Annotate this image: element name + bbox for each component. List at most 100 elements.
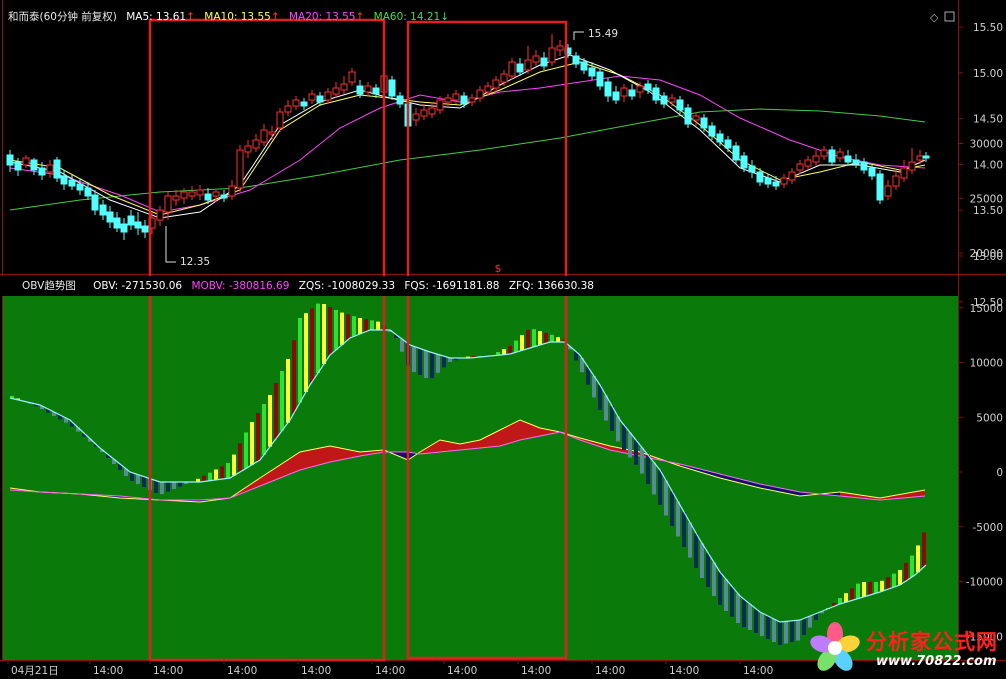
candle-body [868,167,876,177]
obv-ribbon-bar [544,332,548,344]
obv-ribbon-bar [874,582,878,594]
candle-body [156,209,164,221]
obv-readout: OBV: -271530.06 [93,280,183,292]
obv-ribbon-bar [502,349,506,355]
obv-ribbon-bar [682,512,686,547]
candle-body [316,95,324,103]
candle-body [500,73,508,83]
candle-body [468,97,476,103]
candle-body [308,93,316,101]
candle-body [548,47,556,63]
obv-ribbon-bar [592,376,596,398]
obv-tick-label: 20000 [970,248,1003,260]
obv-ribbon-bar [292,340,296,413]
obv-ribbon-bar [736,593,740,623]
candle-body [220,194,228,199]
candle-body [860,161,868,171]
flower-logo-icon [810,622,860,671]
candle-body [188,191,196,197]
obv-ribbon-bar [244,432,248,469]
candle-body [724,139,732,149]
high-price-label: 15.49 [588,28,618,40]
obv-ribbon-bar [604,395,608,421]
obv-ribbon-bar [772,619,776,642]
candle-body [196,189,204,196]
obv-ribbon-bar [868,582,872,595]
obv-ribbon-bar [316,303,320,373]
obv-ribbon-bar [550,334,554,342]
obv-ribbon-bar [862,582,866,597]
candle-body [300,101,308,107]
candle-body [340,83,348,91]
price-tick-label: 15.00 [973,68,1003,80]
candle-body [484,85,492,93]
candle-body [99,204,107,216]
obv-ribbon-bar [652,462,656,495]
candle-body [113,217,121,229]
candle-body [284,105,292,113]
obv-ribbon-bar [748,604,752,630]
obv-tick-label: -5000 [972,522,1003,534]
obv-ribbon-bar [262,404,266,455]
candle-body [91,194,99,211]
candle-body [356,85,364,95]
obv-ribbon-bar [328,307,332,355]
obv-ribbon-bar [250,422,254,465]
obv-ribbon-bar [520,335,524,351]
obv-ribbon-bar [172,482,176,490]
candle-body [452,93,460,101]
obv-ribbon-bar [238,443,242,472]
candle-body [684,107,692,125]
candle-body [764,177,772,185]
zqs-readout: ZQS: -1008029.33 [298,280,396,292]
obv-ribbon-bar [724,579,728,611]
obv-ribbon-bar [844,593,848,603]
obv-ribbon-bar [508,346,512,354]
x-tick-label: 14:00 [743,665,773,677]
candle-body [876,173,884,201]
candle-body [836,151,844,159]
obv-ribbon-bar [418,348,422,375]
candle-body [364,85,372,93]
ma10-readout: MA10: 13.55↑ [204,11,280,23]
obv-ribbon-bar [340,312,344,345]
obv-ribbon-bar [214,469,218,480]
obv-ribbon-bar [658,470,662,505]
x-tick-label: 04月21日 [11,665,59,677]
obv-ribbon-bar [886,577,890,590]
candle-body [134,221,142,229]
candle-body [636,85,644,93]
candle-body [444,97,452,103]
candle-body [332,87,340,95]
candle-body [76,183,84,191]
obv-panel-background [2,292,958,660]
obv-ribbon-bar [754,608,758,633]
signal-marker: $ [495,263,502,275]
price-tick-label: 13.50 [973,205,1003,217]
x-tick-label: 14:00 [669,665,699,677]
candle-body [164,195,172,213]
price-tick-label: 14.50 [973,114,1003,126]
obv-ribbon-bar [286,359,290,423]
diamond-icon: ◇ [930,11,939,24]
obv-ribbon-bar [364,319,368,332]
obv-ribbon-bar [160,482,164,495]
candle-body [172,195,180,201]
obv-ribbon-bar [442,356,446,368]
candle-body [372,87,380,95]
zfq-readout: ZFQ: 136630.38 [508,280,594,292]
candle-body [524,59,532,71]
obv-ribbon-bar [166,482,170,492]
obv-ribbon-bar [730,586,734,617]
candle-body [127,215,135,226]
candle-body [252,139,260,149]
obv-ribbon-bar [856,583,860,599]
candle-body [388,79,396,97]
candle-body [428,107,436,115]
candle-body [692,115,700,121]
candle-body [820,149,828,157]
candle-body [60,175,68,185]
candle-body [604,81,612,97]
obv-ribbon-bar [706,552,710,587]
candle-body [53,159,61,179]
